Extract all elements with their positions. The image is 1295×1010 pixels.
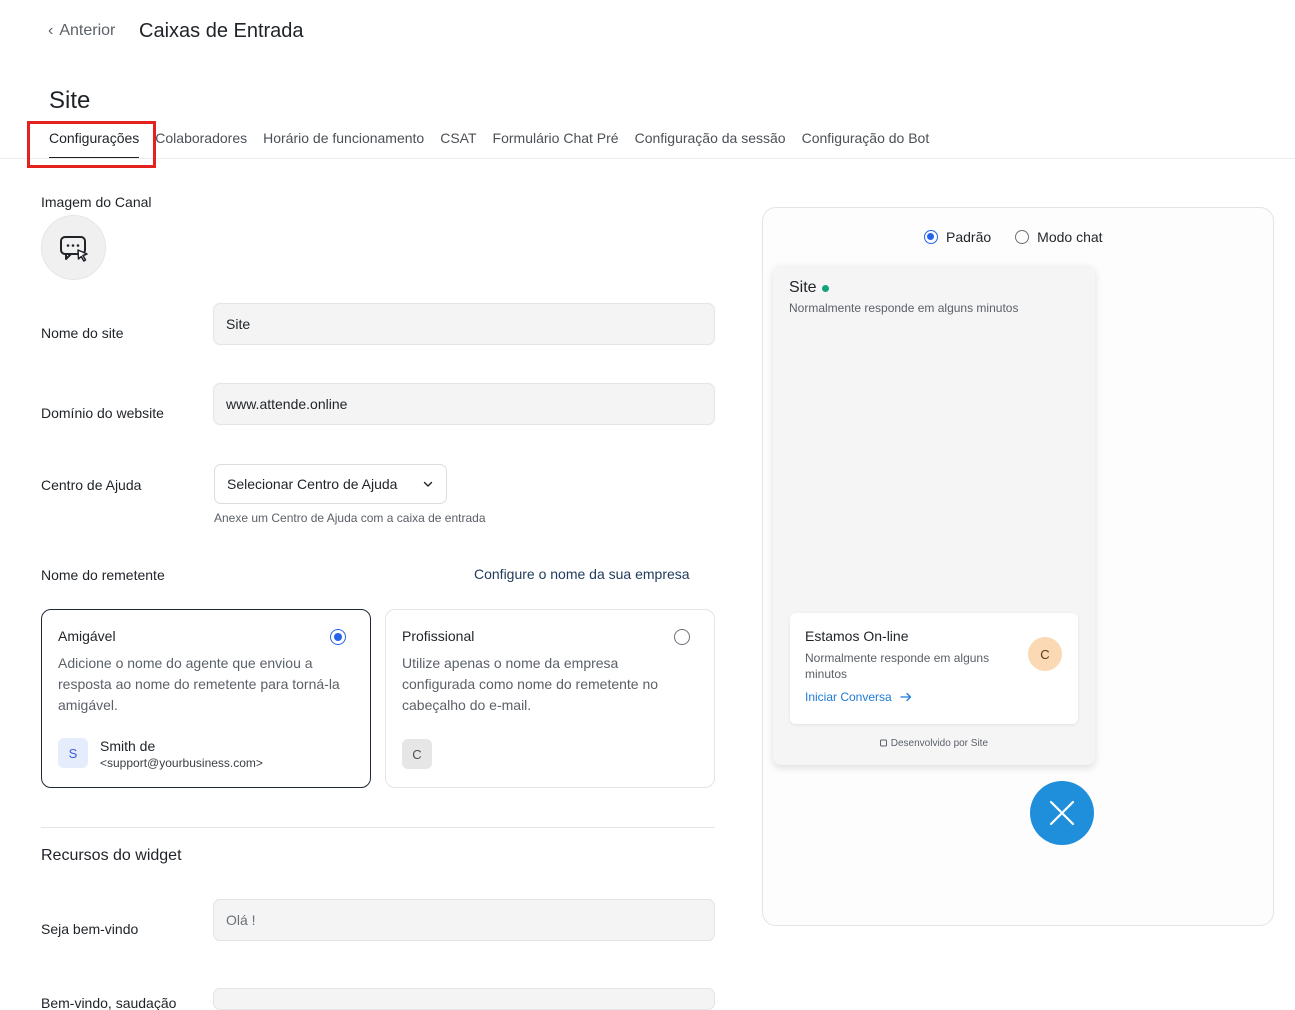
sender-name-label: Nome do remetente [41, 567, 165, 583]
site-name-label: Nome do site [41, 325, 124, 341]
sender-option-professional[interactable]: Profissional Utilize apenas o nome da em… [385, 609, 715, 788]
back-button[interactable]: ‹ Anterior [48, 22, 115, 40]
close-widget-button[interactable] [1030, 781, 1094, 845]
sender-option-friendly[interactable]: Amigável Adicione o nome do agente que e… [41, 609, 371, 788]
tab-configuracao-bot[interactable]: Configuração do Bot [802, 130, 930, 160]
start-conversation-link[interactable]: Iniciar Conversa [805, 690, 1063, 704]
conversation-title: Estamos On-line [805, 628, 909, 644]
domain-label: Domínio do website [41, 405, 164, 421]
sender-option-description: Utilize apenas o nome da empresa configu… [402, 655, 659, 713]
sender-option-title: Amigável [58, 628, 116, 644]
greeting-label: Bem-vindo, saudação [41, 995, 177, 1010]
logo-icon [879, 739, 887, 747]
powered-by: Desenvolvido por Site [773, 738, 1095, 749]
sender-option-radio[interactable] [674, 629, 690, 645]
tab-colaboradores[interactable]: Colaboradores [155, 130, 247, 160]
settings-tabs: Configurações Colaboradores Horário de f… [49, 130, 929, 160]
conversation-subtitle: Normalmente responde em alguns minutos [805, 651, 990, 681]
tab-configuracoes[interactable]: Configurações [49, 130, 140, 160]
preview-mode-toggle: Padrão Modo chat [924, 229, 1103, 245]
mode-default-radio[interactable] [924, 230, 938, 244]
welcome-input[interactable]: Olá ! [213, 899, 715, 941]
start-conversation-label: Iniciar Conversa [805, 690, 892, 704]
sender-example-name: Smith de [100, 738, 156, 754]
chevron-down-icon [423, 481, 433, 487]
mode-chat-radio[interactable] [1015, 230, 1030, 244]
mode-default-label[interactable]: Padrão [946, 229, 991, 245]
tab-configuracao-sessao[interactable]: Configuração da sessão [635, 130, 786, 160]
widget-header: Site [789, 279, 829, 297]
channel-image-label: Imagem do Canal [41, 194, 152, 210]
page-title: Caixas de Entrada [139, 20, 304, 42]
tab-formulario-chat-pre[interactable]: Formulário Chat Pré [493, 130, 619, 160]
help-center-label: Centro de Ajuda [41, 477, 142, 493]
chevron-left-icon: ‹ [48, 22, 54, 39]
sender-option-radio[interactable] [330, 629, 346, 645]
section-divider [41, 827, 715, 828]
arrow-right-icon [900, 692, 911, 702]
back-label: Anterior [59, 22, 116, 39]
widget-title: Site [789, 279, 817, 296]
widget-subtitle: Normalmente responde em alguns minutos [789, 301, 1019, 315]
widget-window: Site Normalmente responde em alguns minu… [773, 265, 1095, 765]
help-center-select[interactable]: Selecionar Centro de Ajuda [214, 464, 447, 504]
chat-cursor-icon [59, 235, 88, 262]
conversation-card: Estamos On-line Normalmente responde em … [790, 613, 1078, 724]
sender-option-title: Profissional [402, 628, 475, 644]
tab-horario[interactable]: Horário de funcionamento [263, 130, 424, 160]
domain-input[interactable]: www.attende.online [213, 383, 715, 425]
welcome-label: Seja bem-vindo [41, 921, 139, 937]
avatar: S [58, 738, 88, 768]
site-name-input[interactable]: Site [213, 303, 715, 345]
powered-by-text: Desenvolvido por Site [890, 738, 989, 749]
channel-avatar[interactable] [41, 215, 106, 280]
agent-avatar: C [1028, 637, 1062, 671]
tabs-divider [0, 158, 1295, 159]
online-status-dot [821, 284, 829, 292]
tab-csat[interactable]: CSAT [440, 130, 476, 160]
inbox-title: Site [49, 87, 91, 114]
sender-example: S Smith de <support@yourbusiness.com> [58, 738, 263, 770]
greeting-input[interactable] [213, 988, 715, 1010]
sender-example-email: <support@yourbusiness.com> [100, 756, 263, 770]
close-icon [1049, 800, 1075, 826]
help-center-select-value: Selecionar Centro de Ajuda [227, 476, 398, 492]
sender-option-description: Adicione o nome do agente que enviou a r… [58, 655, 340, 713]
mode-chat-label[interactable]: Modo chat [1037, 229, 1102, 245]
help-center-hint: Anexe um Centro de Ajuda com a caixa de … [214, 511, 486, 525]
configure-company-name-link[interactable]: Configure o nome da sua empresa [474, 566, 690, 582]
avatar: C [402, 739, 432, 769]
sender-example: C [402, 739, 432, 769]
widget-section-title: Recursos do widget [41, 847, 182, 864]
